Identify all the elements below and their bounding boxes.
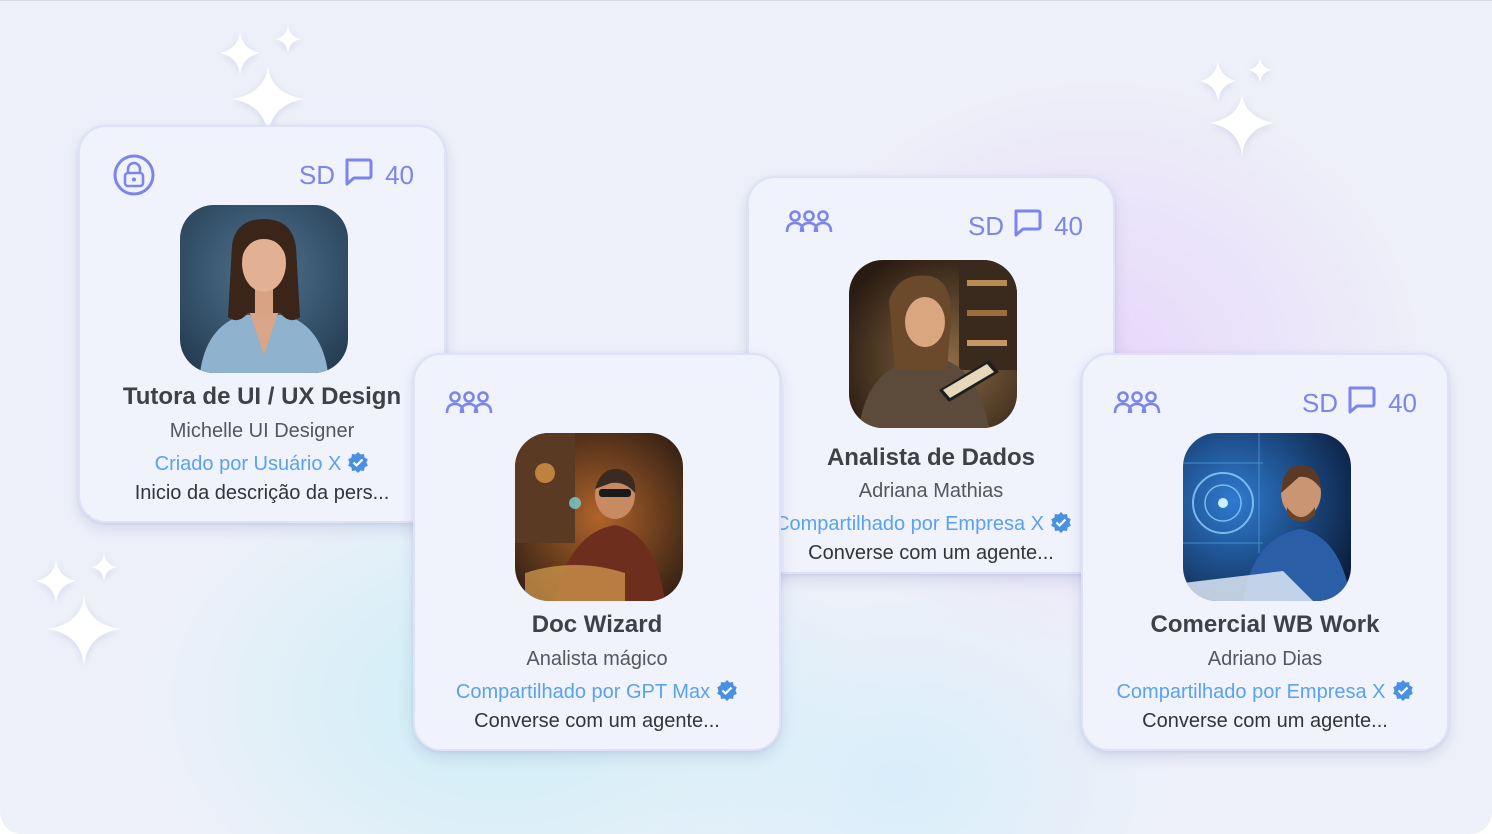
agent-subtitle: Adriano Dias	[1207, 648, 1323, 670]
agent-description: Inicio da descrição da pers...	[134, 482, 390, 504]
lock-icon	[112, 153, 156, 202]
agent-avatar	[849, 260, 1017, 428]
canvas-background: SD 40 Tutora de UI / UX Design Michelle …	[0, 0, 1492, 834]
group-icon	[785, 208, 833, 241]
sparkle-icon	[214, 23, 310, 141]
agent-avatar	[180, 205, 348, 373]
creator-link[interactable]: Compartilhado por Empresa X	[775, 511, 1113, 539]
stats-label: SD	[1301, 387, 1339, 418]
agent-avatar	[515, 433, 683, 601]
verified-badge-icon	[1050, 511, 1072, 539]
agent-subtitle: Michelle UI Designer	[169, 420, 355, 442]
agent-name: Tutora de UI / UX Design	[122, 383, 402, 410]
stats-label: SD	[967, 210, 1005, 241]
agent-subtitle: Adriana Mathias	[858, 480, 1004, 502]
agent-name: Analista de Dados	[826, 444, 1036, 471]
chat-icon	[343, 157, 373, 194]
card-stats: SD 40	[967, 208, 1083, 245]
chat-count: 40	[1054, 210, 1083, 241]
agent-description: Converse com um agente...	[808, 542, 1054, 564]
agent-card[interactable]: Doc Wizard Analista mágico Compartilhado…	[413, 353, 781, 751]
creator-link[interactable]: Criado por Usuário X	[80, 451, 444, 479]
verified-badge-icon	[1392, 679, 1414, 707]
chat-icon	[1346, 385, 1376, 422]
creator-label: Compartilhado por Empresa X	[775, 513, 1045, 535]
creator-link[interactable]: Compartilhado por GPT Max	[415, 679, 779, 707]
agent-description: Converse com um agente...	[1142, 710, 1388, 732]
agent-subtitle: Analista mágico	[526, 648, 668, 670]
agent-description: Converse com um agente...	[474, 710, 720, 732]
group-icon	[445, 389, 493, 422]
verified-badge-icon	[716, 679, 738, 707]
creator-label: Compartilhado por GPT Max	[455, 681, 711, 703]
creator-label: Criado por Usuário X	[154, 453, 342, 475]
chat-count: 40	[1388, 387, 1417, 418]
chat-icon	[1012, 208, 1042, 245]
agent-avatar	[1183, 433, 1351, 601]
group-icon	[1113, 389, 1161, 422]
agent-card[interactable]: SD 40 Comercial WB Work Adriano Dias Com…	[1081, 353, 1449, 751]
agent-name: Doc Wizard	[531, 611, 663, 638]
agent-card[interactable]: SD 40 Tutora de UI / UX Design Michelle …	[78, 125, 446, 523]
card-stats: SD 40	[1301, 385, 1417, 422]
sparkle-icon	[30, 549, 126, 671]
chat-count: 40	[385, 159, 414, 190]
creator-link[interactable]: Compartilhado por Empresa X	[1083, 679, 1447, 707]
stats-label: SD	[298, 159, 336, 190]
card-stats: SD 40	[298, 157, 414, 194]
creator-label: Compartilhado por Empresa X	[1116, 681, 1386, 703]
agent-name: Comercial WB Work	[1150, 611, 1380, 638]
agent-card[interactable]: SD 40 Analista de Dados Adriana Mathias …	[747, 176, 1115, 574]
verified-badge-icon	[347, 451, 369, 479]
sparkle-icon	[1196, 55, 1280, 161]
